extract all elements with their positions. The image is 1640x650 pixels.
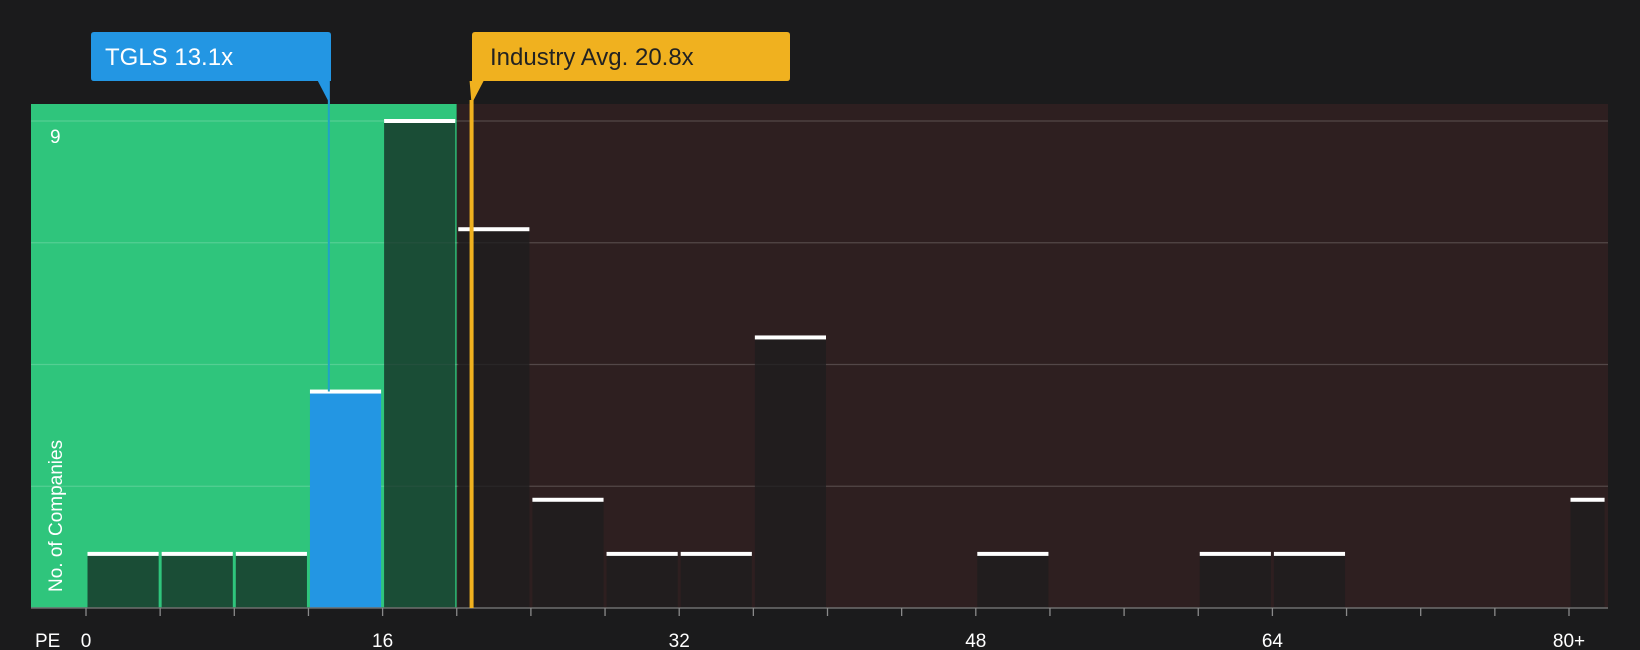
histogram-bar-cap-10 [977, 551, 1049, 556]
industry-callout-label: Industry Avg. 20.8x [490, 44, 694, 71]
histogram-bar-12 [1273, 553, 1346, 608]
above-average-zone [456, 104, 1608, 608]
histogram-bar-cap-6 [532, 497, 604, 502]
x-tick-label-0: 0 [81, 631, 92, 650]
histogram-bar-8 [680, 553, 752, 608]
histogram-bar-cap-7 [606, 551, 678, 556]
x-tick-label-2: 32 [669, 631, 690, 650]
y-tick-label-9: 9 [50, 127, 61, 148]
x-tick-label-5: 80+ [1553, 631, 1585, 650]
pe-distribution-chart: 0 16 32 48 64 80+ TGLS 13.1x Industry Avg. 20.… [0, 0, 1640, 650]
histogram-bar-11 [1199, 553, 1271, 608]
histogram-bar-cap-11 [1199, 551, 1271, 556]
histogram-bar-cap-9 [754, 335, 826, 340]
y-axis-label: No. of Companies [46, 440, 67, 592]
histogram-bar-cap-0 [87, 551, 159, 556]
histogram-bar-13 [1570, 499, 1605, 608]
histogram-bar-3 [309, 391, 382, 608]
x-tick-label-3: 48 [965, 631, 986, 650]
company-callout-label: TGLS 13.1x [105, 44, 233, 71]
histogram-bar-7 [606, 553, 678, 608]
histogram-bar-5 [458, 229, 530, 608]
histogram-bar-cap-12 [1273, 551, 1346, 556]
histogram-bar-cap-1 [161, 551, 233, 556]
histogram-bar-10 [977, 553, 1049, 608]
histogram-bar-9 [754, 337, 826, 608]
histogram-bar-cap-2 [235, 551, 307, 556]
histogram-bar-cap-8 [680, 551, 752, 556]
histogram-bar-6 [532, 499, 604, 608]
histogram-bar-cap-13 [1570, 497, 1605, 502]
histogram-bar-1 [161, 553, 233, 608]
histogram-bar-cap-5 [458, 227, 530, 232]
industry-marker-line [469, 100, 474, 608]
x-tick-label-1: 16 [372, 631, 393, 650]
x-tick-label-4: 64 [1262, 631, 1284, 650]
x-axis-label: PE [35, 631, 60, 650]
histogram-bar-cap-3 [309, 389, 382, 394]
histogram-bar-2 [235, 553, 307, 608]
histogram-bar-cap-4 [384, 119, 456, 123]
histogram-bar-4 [384, 121, 456, 608]
histogram-bar-0 [87, 553, 159, 608]
